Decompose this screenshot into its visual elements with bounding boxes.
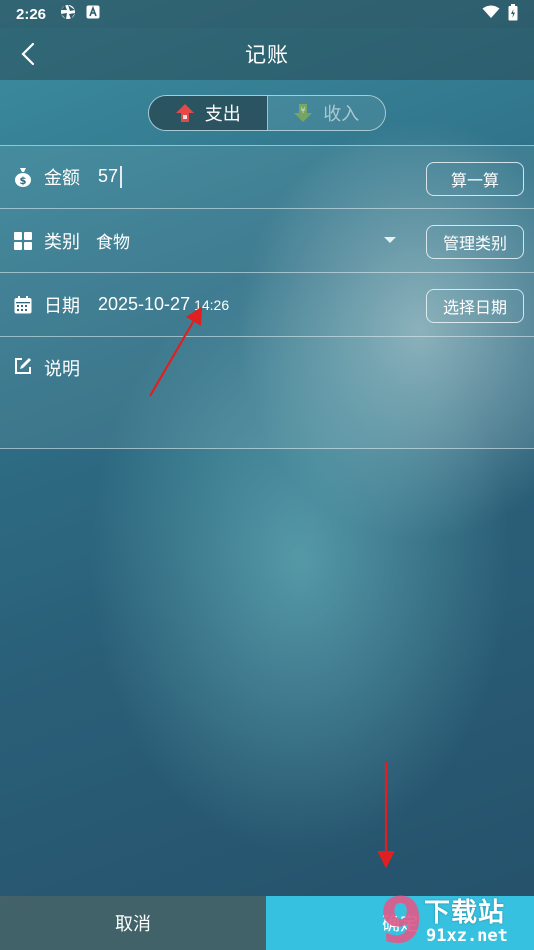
category-select[interactable]: 食物	[96, 228, 130, 253]
grid-icon	[12, 230, 34, 252]
note-label: 说明	[44, 359, 80, 380]
back-button[interactable]	[14, 40, 42, 68]
status-time: 2:26	[16, 5, 47, 23]
tab-income-label: 收入	[323, 104, 360, 125]
calculator-button[interactable]: 算一算	[426, 162, 524, 196]
svg-text:$: $	[20, 176, 27, 187]
tab-income[interactable]: ¥ 收入	[267, 96, 385, 130]
calendar-icon	[12, 294, 34, 316]
entry-form: $ 金额 57 算一算 类别 食物 管理类别 日期 2025-10-27 14:2…	[0, 145, 534, 449]
wifi-icon	[482, 5, 500, 23]
category-row: 类别 食物 管理类别	[0, 209, 534, 273]
annotation-arrows	[149, 306, 395, 869]
chevron-left-icon	[21, 42, 35, 66]
yen-down-icon: ¥	[294, 104, 313, 122]
note-input[interactable]	[102, 355, 534, 415]
date-label: 日期	[44, 295, 80, 317]
category-label: 类别	[44, 231, 80, 253]
date-value: 2025-10-27	[98, 294, 191, 314]
svg-text:¥: ¥	[301, 106, 306, 115]
type-tab-group: 支出 ¥ 收入	[148, 95, 386, 131]
app-bar: 记账	[0, 28, 534, 80]
bottom-action-bar: 取消 确定	[0, 896, 534, 950]
manage-category-button[interactable]: 管理类别	[426, 225, 524, 259]
tab-expense[interactable]: 支出	[149, 96, 268, 130]
tab-expense-label: 支出	[204, 104, 241, 125]
amount-value: 57	[98, 165, 119, 186]
text-cursor	[120, 166, 123, 189]
date-row: 日期 2025-10-27 14:26 选择日期	[0, 273, 534, 337]
category-value: 食物	[96, 233, 130, 253]
amount-input[interactable]: 57	[98, 165, 123, 189]
aperture-icon	[60, 4, 76, 24]
status-right	[482, 3, 518, 25]
battery-icon	[508, 3, 518, 25]
date-value-display[interactable]: 2025-10-27 14:26	[98, 294, 229, 315]
status-bar: 2:26	[0, 0, 534, 28]
note-row: 说明	[0, 337, 534, 449]
amount-row: $ 金额 57 算一算	[0, 145, 534, 209]
cancel-button[interactable]: 取消	[0, 896, 266, 950]
confirm-button[interactable]: 确定	[266, 896, 534, 950]
edit-icon	[12, 355, 34, 377]
select-date-button[interactable]: 选择日期	[426, 289, 524, 323]
page-title: 记账	[245, 43, 289, 67]
dropdown-arrow-icon[interactable]	[384, 237, 396, 243]
notification-a-icon	[86, 5, 100, 23]
amount-label: 金额	[44, 168, 80, 189]
time-value: 14:26	[194, 297, 230, 313]
arrow-up-icon	[175, 104, 194, 122]
money-bag-icon: $	[12, 166, 34, 188]
